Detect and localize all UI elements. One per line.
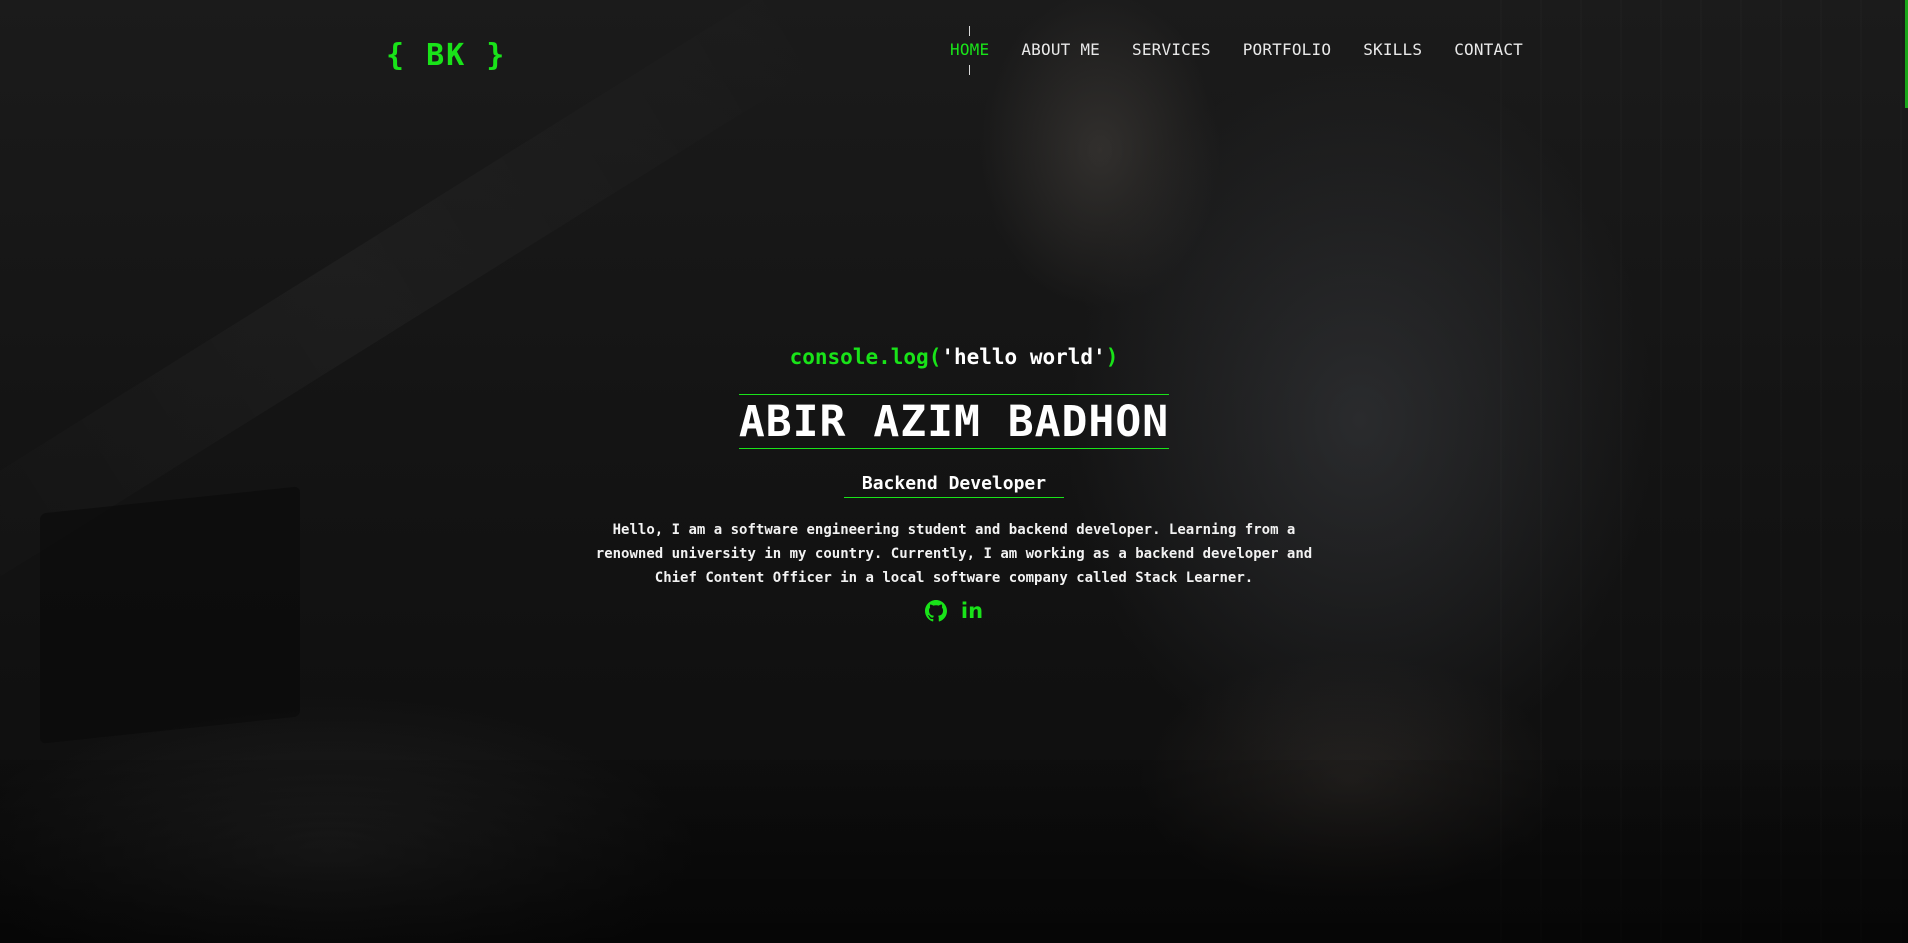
nav-item-skills[interactable]: SKILLS [1363, 40, 1422, 59]
background-desk [0, 760, 1908, 943]
linkedin-icon: in [960, 599, 984, 623]
code-argument: 'hello world' [941, 345, 1106, 369]
nav-item-home[interactable]: HOME [950, 40, 989, 59]
hero-name: ABIR AZIM BADHON [738, 397, 1170, 447]
code-function: console.log [789, 345, 929, 369]
main-nav: HOME ABOUT ME SERVICES PORTFOLIO SKILLS … [950, 40, 1523, 59]
name-frame: ABIR AZIM BADHON [738, 394, 1170, 449]
nav-active-marker-bottom [969, 65, 970, 75]
hero-role: Backend Developer [843, 473, 1065, 498]
nav-item-portfolio[interactable]: PORTFOLIO [1243, 40, 1332, 59]
social-links: in [0, 600, 1908, 622]
github-icon [925, 600, 947, 622]
nav-active-marker-top [969, 26, 970, 36]
hero-bio: Hello, I am a software engineering stude… [595, 522, 1313, 586]
nav-item-services[interactable]: SERVICES [1132, 40, 1211, 59]
logo[interactable]: { BK } [386, 38, 506, 73]
nav-item-about-me[interactable]: ABOUT ME [1021, 40, 1100, 59]
hello-world-code: console.log('hello world') [0, 345, 1908, 369]
code-close-paren: ) [1105, 345, 1119, 369]
page: { BK } HOME ABOUT ME SERVICES PORTFOLIO … [0, 0, 1908, 943]
linkedin-link[interactable]: in [961, 600, 983, 622]
code-open-paren: ( [928, 345, 942, 369]
hero-section: console.log('hello world') ABIR AZIM BAD… [0, 345, 1908, 622]
github-link[interactable] [925, 600, 947, 622]
nav-item-contact[interactable]: CONTACT [1454, 40, 1523, 59]
role-container: Backend Developer [0, 473, 1908, 498]
